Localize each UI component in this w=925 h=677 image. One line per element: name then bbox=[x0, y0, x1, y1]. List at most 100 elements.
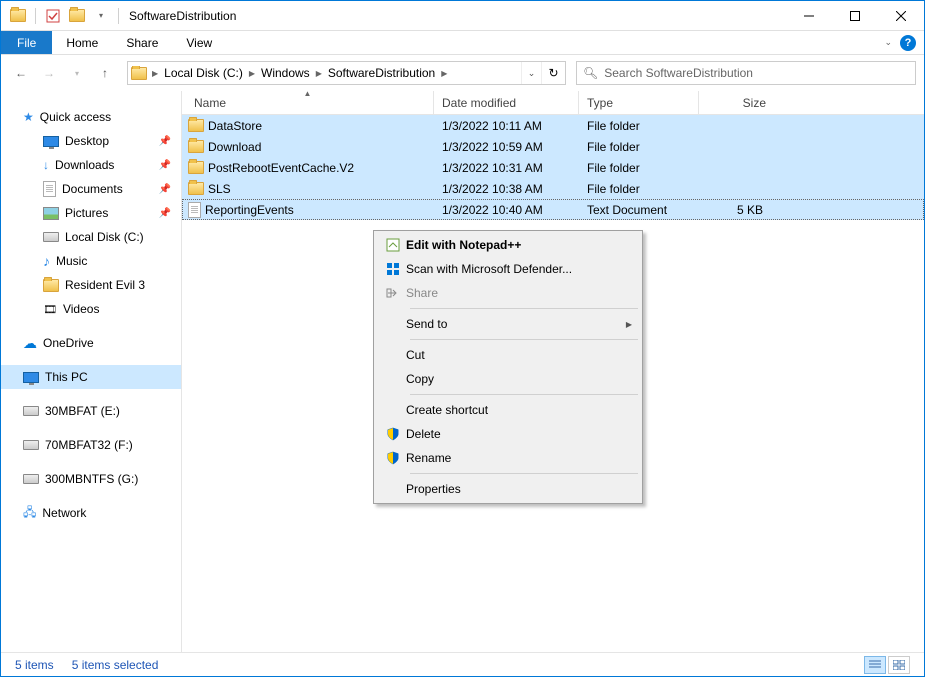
navbar: ← → ▾ ↑ ▶ Local Disk (C:) ▶ Windows ▶ So… bbox=[1, 55, 924, 91]
file-name: ReportingEvents bbox=[205, 203, 294, 217]
file-name: Download bbox=[208, 140, 261, 154]
pictures-icon bbox=[43, 207, 59, 220]
address-dropdown-icon[interactable]: ⌄ bbox=[521, 62, 541, 84]
cm-cut[interactable]: Cut bbox=[376, 343, 640, 367]
nav-local-disk-c[interactable]: Local Disk (C:) bbox=[1, 225, 181, 249]
notepad-icon bbox=[380, 237, 406, 253]
forward-button[interactable]: → bbox=[37, 61, 61, 85]
text-document-icon bbox=[188, 202, 201, 218]
ribbon-expand-icon[interactable]: ⌄ bbox=[884, 37, 892, 48]
cm-defender[interactable]: Scan with Microsoft Defender... bbox=[376, 257, 640, 281]
cm-send-to[interactable]: Send to ▶ bbox=[376, 312, 640, 336]
music-icon bbox=[43, 253, 50, 269]
cm-copy[interactable]: Copy bbox=[376, 367, 640, 391]
breadcrumb-seg-2[interactable]: SoftwareDistribution bbox=[324, 66, 439, 80]
file-row[interactable]: PostRebootEventCache.V21/3/2022 10:31 AM… bbox=[182, 157, 924, 178]
nav-documents[interactable]: Documents📌 bbox=[1, 177, 181, 201]
folder-icon bbox=[188, 140, 204, 153]
ribbon-tab-view[interactable]: View bbox=[172, 31, 226, 54]
column-headers: ▲Name Date modified Type Size bbox=[182, 91, 924, 115]
ribbon: File Home Share View ⌄ ? bbox=[1, 31, 924, 55]
downloads-icon bbox=[43, 158, 49, 172]
network-icon bbox=[23, 503, 36, 524]
ribbon-file-tab[interactable]: File bbox=[1, 31, 52, 54]
documents-icon bbox=[43, 181, 56, 197]
recent-dropdown-icon[interactable]: ▾ bbox=[65, 61, 89, 85]
minimize-button[interactable] bbox=[786, 1, 832, 31]
status-selected-count: 5 items selected bbox=[72, 658, 159, 672]
nav-downloads[interactable]: Downloads📌 bbox=[1, 153, 181, 177]
cm-properties[interactable]: Properties bbox=[376, 477, 640, 501]
nav-quick-access[interactable]: ★ Quick access bbox=[1, 105, 181, 129]
breadcrumb-arrow[interactable]: ▶ bbox=[247, 69, 257, 78]
close-button[interactable] bbox=[878, 1, 924, 31]
nav-this-pc[interactable]: This PC bbox=[1, 365, 181, 389]
qat-divider-2 bbox=[118, 8, 119, 24]
status-bar: 5 items 5 items selected bbox=[1, 652, 924, 676]
breadcrumb-arrow[interactable]: ▶ bbox=[314, 69, 324, 78]
drive-icon bbox=[23, 440, 39, 450]
breadcrumb-arrow[interactable]: ▶ bbox=[150, 69, 160, 78]
view-large-icons-button[interactable] bbox=[888, 656, 910, 674]
file-row[interactable]: ReportingEvents1/3/2022 10:40 AMText Doc… bbox=[182, 199, 924, 220]
navigation-pane: ★ Quick access Desktop📌 Downloads📌 Docum… bbox=[1, 91, 182, 652]
cm-separator bbox=[410, 394, 638, 395]
nav-onedrive[interactable]: OneDrive bbox=[1, 331, 181, 355]
file-row[interactable]: SLS1/3/2022 10:38 AMFile folder bbox=[182, 178, 924, 199]
search-icon: 🔍︎ bbox=[583, 66, 598, 80]
nav-desktop[interactable]: Desktop📌 bbox=[1, 129, 181, 153]
pin-icon: 📌 bbox=[159, 184, 171, 195]
qat-properties-icon[interactable] bbox=[42, 5, 64, 27]
qat-newfolder-icon[interactable] bbox=[66, 5, 88, 27]
nav-drive-g[interactable]: 300MBNTFS (G:) bbox=[1, 467, 181, 491]
breadcrumb-arrow[interactable]: ▶ bbox=[439, 69, 449, 78]
defender-icon bbox=[380, 261, 406, 277]
nav-resident-evil-3[interactable]: Resident Evil 3 bbox=[1, 273, 181, 297]
breadcrumb-seg-1[interactable]: Windows bbox=[257, 66, 314, 80]
file-name: SLS bbox=[208, 182, 231, 196]
up-button[interactable]: ↑ bbox=[93, 61, 117, 85]
back-button[interactable]: ← bbox=[9, 61, 33, 85]
this-pc-icon bbox=[23, 372, 39, 383]
titlebar: ▾ SoftwareDistribution bbox=[1, 1, 924, 31]
nav-videos[interactable]: Videos bbox=[1, 297, 181, 321]
cm-share: Share bbox=[376, 281, 640, 305]
nav-drive-f[interactable]: 70MBFAT32 (F:) bbox=[1, 433, 181, 457]
qat-dropdown-icon[interactable]: ▾ bbox=[90, 5, 112, 27]
cm-delete[interactable]: Delete bbox=[376, 422, 640, 446]
context-menu: Edit with Notepad++ Scan with Microsoft … bbox=[373, 230, 643, 504]
cm-edit-notepad[interactable]: Edit with Notepad++ bbox=[376, 233, 640, 257]
file-type: File folder bbox=[579, 119, 699, 133]
file-row[interactable]: DataStore1/3/2022 10:11 AMFile folder bbox=[182, 115, 924, 136]
file-row[interactable]: Download1/3/2022 10:59 AMFile folder bbox=[182, 136, 924, 157]
nav-pictures[interactable]: Pictures📌 bbox=[1, 201, 181, 225]
refresh-button[interactable]: ↻ bbox=[541, 62, 565, 84]
folder-icon bbox=[43, 279, 59, 292]
column-name[interactable]: ▲Name bbox=[182, 91, 434, 114]
nav-drive-e[interactable]: 30MBFAT (E:) bbox=[1, 399, 181, 423]
star-icon: ★ bbox=[23, 110, 34, 124]
file-type: Text Document bbox=[579, 203, 699, 217]
ribbon-tab-share[interactable]: Share bbox=[112, 31, 172, 54]
shield-icon bbox=[380, 427, 406, 441]
nav-music[interactable]: Music bbox=[1, 249, 181, 273]
file-name: PostRebootEventCache.V2 bbox=[208, 161, 354, 175]
file-name: DataStore bbox=[208, 119, 262, 133]
share-icon bbox=[380, 285, 406, 301]
nav-network[interactable]: Network bbox=[1, 501, 181, 525]
breadcrumb-seg-0[interactable]: Local Disk (C:) bbox=[160, 66, 247, 80]
column-type[interactable]: Type bbox=[579, 91, 699, 114]
cm-create-shortcut[interactable]: Create shortcut bbox=[376, 398, 640, 422]
maximize-button[interactable] bbox=[832, 1, 878, 31]
address-bar[interactable]: ▶ Local Disk (C:) ▶ Windows ▶ SoftwareDi… bbox=[127, 61, 566, 85]
file-type: File folder bbox=[579, 161, 699, 175]
ribbon-tab-home[interactable]: Home bbox=[52, 31, 112, 54]
file-size: 5 KB bbox=[699, 203, 767, 217]
file-date: 1/3/2022 10:38 AM bbox=[434, 182, 579, 196]
column-size[interactable]: Size bbox=[699, 91, 774, 114]
view-details-button[interactable] bbox=[864, 656, 886, 674]
search-box[interactable]: 🔍︎ Search SoftwareDistribution bbox=[576, 61, 916, 85]
cm-rename[interactable]: Rename bbox=[376, 446, 640, 470]
column-date[interactable]: Date modified bbox=[434, 91, 579, 114]
help-icon[interactable]: ? bbox=[900, 35, 916, 51]
